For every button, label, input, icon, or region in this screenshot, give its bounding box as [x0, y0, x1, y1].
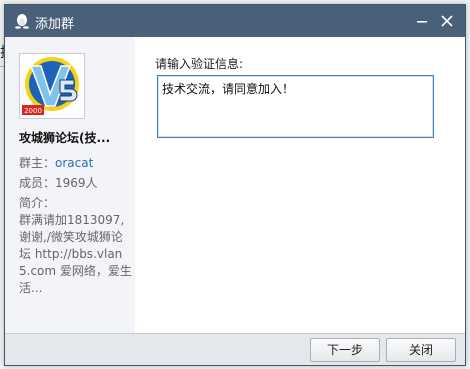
- group-intro: 群满请加1813097,谢谢,/微笑攻城狮论坛 http://bbs.vlan5…: [19, 213, 132, 295]
- close-button[interactable]: 关闭: [386, 338, 456, 362]
- group-members: 成员：1969人: [19, 175, 133, 192]
- group-avatar: 2000: [19, 53, 85, 119]
- dialog-footer: 下一步 关闭: [5, 333, 465, 365]
- group-owner: 群主：oracat: [19, 155, 133, 172]
- add-group-dialog: 添加群 2000 攻城狮论坛(技... 群主：oracat 成员：1969人 简…: [4, 4, 466, 366]
- window-title: 添加群: [35, 17, 75, 32]
- avatar-badge-text: 2000: [24, 107, 42, 115]
- group-info-panel: 2000 攻城狮论坛(技... 群主：oracat 成员：1969人 简介： 群…: [5, 37, 135, 333]
- members-label: 成员：: [19, 176, 56, 190]
- v5-logo-icon: 2000: [20, 54, 84, 118]
- members-count: 1969人: [55, 176, 98, 190]
- qq-penguin-icon: [15, 14, 29, 29]
- close-icon[interactable]: [437, 11, 457, 31]
- verification-message[interactable]: 技术交流，请同意加入！: [162, 80, 294, 97]
- verification-input[interactable]: 技术交流，请同意加入！: [157, 75, 434, 138]
- title-bar[interactable]: 添加群: [5, 5, 465, 37]
- owner-label: 群主：: [19, 156, 56, 170]
- minimize-icon[interactable]: [412, 11, 432, 31]
- owner-link[interactable]: oracat: [55, 156, 93, 170]
- intro-label: 简介：: [19, 196, 56, 210]
- group-name: 攻城狮论坛(技...: [19, 131, 111, 145]
- verification-label: 请输入验证信息:: [155, 57, 244, 71]
- next-button[interactable]: 下一步: [310, 338, 380, 362]
